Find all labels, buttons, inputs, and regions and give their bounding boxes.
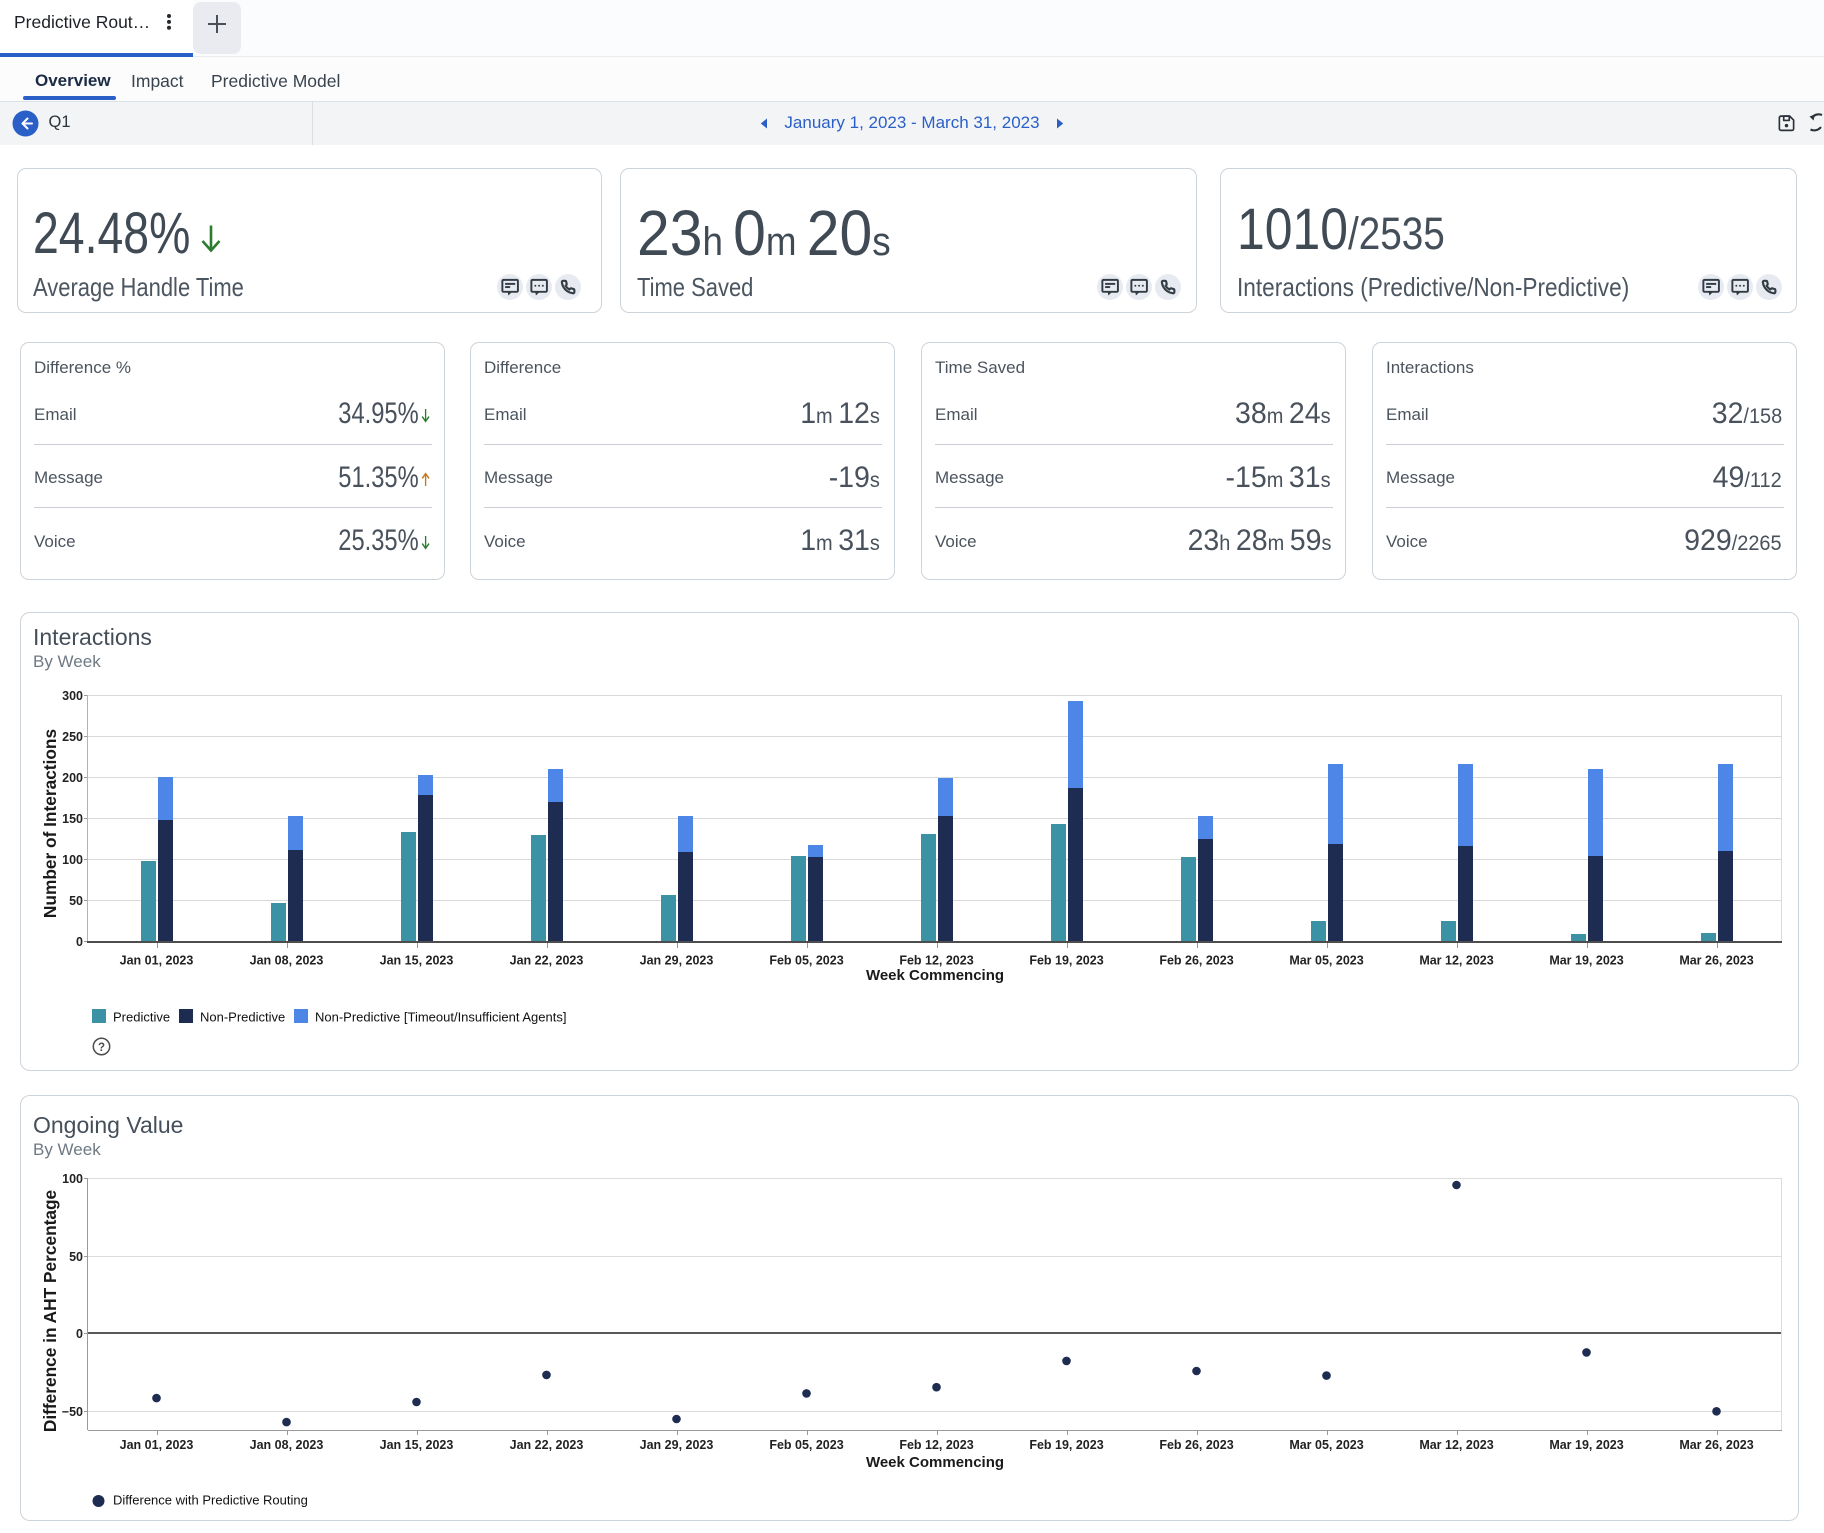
svg-text:−50: −50 <box>62 1405 83 1419</box>
svg-text:200: 200 <box>62 771 83 785</box>
svg-text:?: ? <box>98 1042 105 1054</box>
svg-text:Week Commencing: Week Commencing <box>866 1454 1004 1471</box>
svg-text:Jan 08, 2023: Jan 08, 2023 <box>250 1438 324 1452</box>
svg-text:150: 150 <box>62 812 83 826</box>
svg-text:100: 100 <box>62 853 83 867</box>
svg-text:Feb 12, 2023: Feb 12, 2023 <box>899 954 973 968</box>
svg-text:0: 0 <box>76 935 83 949</box>
svg-text:Jan 15, 2023: Jan 15, 2023 <box>380 954 454 968</box>
svg-text:Jan 08, 2023: Jan 08, 2023 <box>250 954 324 968</box>
svg-text:50: 50 <box>69 894 83 908</box>
svg-text:Feb 05, 2023: Feb 05, 2023 <box>769 954 843 968</box>
svg-text:250: 250 <box>62 730 83 744</box>
svg-text:50: 50 <box>69 1250 83 1264</box>
svg-text:Mar 12, 2023: Mar 12, 2023 <box>1419 1438 1493 1452</box>
svg-text:Jan 15, 2023: Jan 15, 2023 <box>380 1438 454 1452</box>
svg-text:0: 0 <box>76 1327 83 1341</box>
svg-text:Feb 19, 2023: Feb 19, 2023 <box>1029 1438 1103 1452</box>
svg-text:Jan 29, 2023: Jan 29, 2023 <box>640 954 714 968</box>
svg-text:Non-Predictive [Timeout/Insuff: Non-Predictive [Timeout/Insufficient Age… <box>315 1010 566 1025</box>
svg-text:Jan 22, 2023: Jan 22, 2023 <box>510 954 584 968</box>
svg-text:Jan 29, 2023: Jan 29, 2023 <box>640 1438 714 1452</box>
svg-text:Mar 12, 2023: Mar 12, 2023 <box>1419 954 1493 968</box>
svg-text:Mar 05, 2023: Mar 05, 2023 <box>1289 954 1363 968</box>
svg-text:Mar 26, 2023: Mar 26, 2023 <box>1679 954 1753 968</box>
svg-text:Feb 12, 2023: Feb 12, 2023 <box>899 1438 973 1452</box>
svg-text:Feb 19, 2023: Feb 19, 2023 <box>1029 954 1103 968</box>
svg-text:Difference with Predictive Rou: Difference with Predictive Routing <box>113 1493 308 1508</box>
svg-text:Mar 26, 2023: Mar 26, 2023 <box>1679 1438 1753 1452</box>
svg-text:Difference in AHT Percentage: Difference in AHT Percentage <box>40 1189 60 1432</box>
svg-text:Mar 19, 2023: Mar 19, 2023 <box>1549 1438 1623 1452</box>
svg-text:Jan 01, 2023: Jan 01, 2023 <box>120 1438 194 1452</box>
svg-text:Feb 26, 2023: Feb 26, 2023 <box>1159 1438 1233 1452</box>
svg-text:Mar 05, 2023: Mar 05, 2023 <box>1289 1438 1363 1452</box>
svg-text:Jan 22, 2023: Jan 22, 2023 <box>510 1438 584 1452</box>
svg-text:Number of Interactions: Number of Interactions <box>40 729 60 918</box>
svg-text:Feb 05, 2023: Feb 05, 2023 <box>769 1438 843 1452</box>
svg-text:Jan 01, 2023: Jan 01, 2023 <box>120 954 194 968</box>
svg-text:Week Commencing: Week Commencing <box>866 967 1004 984</box>
svg-text:300: 300 <box>62 689 83 703</box>
svg-text:Non-Predictive: Non-Predictive <box>200 1010 285 1025</box>
svg-text:Mar 19, 2023: Mar 19, 2023 <box>1549 954 1623 968</box>
svg-text:100: 100 <box>62 1172 83 1186</box>
svg-text:Feb 26, 2023: Feb 26, 2023 <box>1159 954 1233 968</box>
svg-text:Predictive: Predictive <box>113 1010 170 1025</box>
